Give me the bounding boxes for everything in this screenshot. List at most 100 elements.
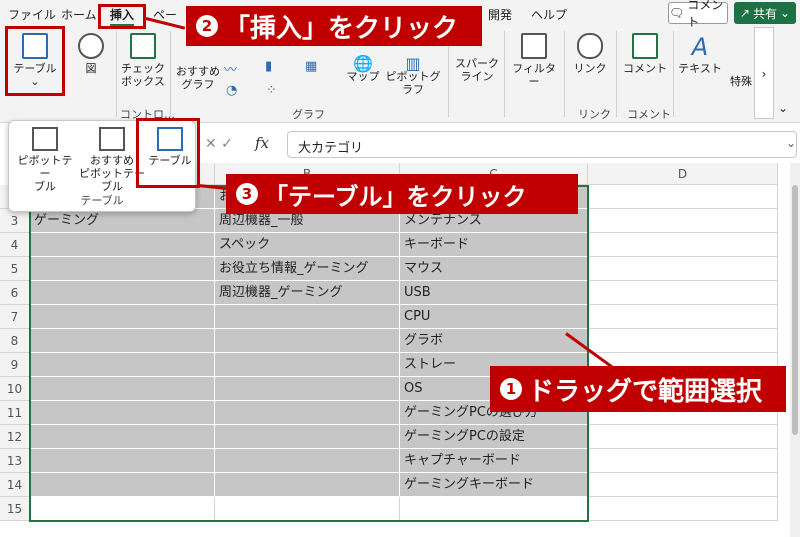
tab-developer[interactable]: 開発 <box>488 6 512 23</box>
row-header[interactable]: 8 <box>0 329 30 353</box>
cell-d[interactable] <box>588 329 778 353</box>
cell-c[interactable]: グラボ <box>400 329 588 353</box>
comment-icon: 🗨 <box>669 6 685 20</box>
cell-d[interactable] <box>588 497 778 521</box>
checkbox-button[interactable]: チェック ボックス <box>121 33 165 88</box>
cell-b[interactable] <box>215 305 400 329</box>
cell-d[interactable] <box>588 473 778 497</box>
bar-chart-icon[interactable]: ▮ <box>265 59 283 75</box>
cell-b[interactable]: スペック <box>215 233 400 257</box>
cell-a[interactable] <box>30 329 215 353</box>
table-menu-button[interactable]: テーブル ⌄ <box>10 33 60 88</box>
cell-b[interactable] <box>215 329 400 353</box>
row-header[interactable]: 10 <box>0 377 30 401</box>
map-button[interactable]: 🌐 マップ <box>345 56 381 84</box>
cell-b[interactable] <box>215 473 400 497</box>
cell-b[interactable] <box>215 401 400 425</box>
cell-a[interactable] <box>30 497 215 521</box>
recommended-pivot-button[interactable]: おすすめ ピボットテーブル <box>77 127 147 193</box>
scatter-chart-icon[interactable]: ⁘ <box>266 83 284 99</box>
cell-d[interactable] <box>588 209 778 233</box>
callout-step-3: 3 「テーブル」をクリック <box>226 174 578 214</box>
cell-a[interactable] <box>30 449 215 473</box>
table-icon <box>22 33 48 59</box>
comment-button[interactable]: 🗨 コメント <box>668 0 728 29</box>
cell-a[interactable] <box>30 377 215 401</box>
special-button[interactable]: 特殊 <box>728 75 754 88</box>
cell-b[interactable]: お役立ち情報_ゲーミング <box>215 257 400 281</box>
cell-a[interactable] <box>30 281 215 305</box>
pivot-table-button[interactable]: ピボットテー ブル <box>15 127 75 193</box>
tab-file[interactable]: ファイル <box>8 6 56 23</box>
cell-d[interactable] <box>588 185 778 209</box>
text-button[interactable]: A テキスト <box>678 33 722 75</box>
sparkline-button[interactable]: スパーク ライン <box>455 57 499 83</box>
cell-d[interactable] <box>588 449 778 473</box>
cell-b[interactable] <box>215 353 400 377</box>
row-header[interactable]: 7 <box>0 305 30 329</box>
formula-input[interactable]: 大カテゴリ <box>287 131 797 158</box>
pivot-chart-button[interactable]: ▥ ピボットグラフ <box>384 54 442 97</box>
row-header[interactable]: 4 <box>0 233 30 257</box>
cell-a[interactable] <box>30 401 215 425</box>
cell-a[interactable] <box>30 425 215 449</box>
ribbon-collapse-icon[interactable]: ⌄ <box>778 101 788 115</box>
cell-a[interactable] <box>30 473 215 497</box>
vertical-scrollbar[interactable] <box>790 163 800 537</box>
row-header[interactable]: 9 <box>0 353 30 377</box>
scrollbar-thumb[interactable] <box>792 185 798 435</box>
cell-d[interactable] <box>588 281 778 305</box>
cell-c[interactable]: ゲーミングキーボード <box>400 473 588 497</box>
cell-d[interactable] <box>588 425 778 449</box>
cell-c[interactable]: ゲーミングPCの設定 <box>400 425 588 449</box>
cell-d[interactable] <box>588 305 778 329</box>
cell-d[interactable] <box>588 233 778 257</box>
cell-b[interactable] <box>215 425 400 449</box>
line-chart-icon[interactable]: 〰 <box>224 59 242 78</box>
link-button[interactable]: リンク <box>570 33 610 75</box>
row-header[interactable]: 6 <box>0 281 30 305</box>
row-header[interactable]: 11 <box>0 401 30 425</box>
row-header[interactable]: 12 <box>0 425 30 449</box>
insert-table-button[interactable]: テーブル <box>147 127 193 167</box>
row-header[interactable]: 3 <box>0 209 30 233</box>
recommended-chart-button[interactable]: おすすめ グラフ <box>176 65 220 91</box>
cell-b[interactable] <box>215 449 400 473</box>
comment-ribbon-button[interactable]: コメント <box>622 33 668 75</box>
illustrations-button[interactable]: 図 <box>74 33 108 75</box>
cell-a[interactable] <box>30 233 215 257</box>
ribbon-scroll-right[interactable]: › <box>754 27 774 119</box>
group-separator <box>564 31 565 117</box>
row-header[interactable]: 14 <box>0 473 30 497</box>
share-button[interactable]: ↗ 共有 ⌄ <box>734 2 796 24</box>
table-icon <box>157 127 183 151</box>
cell-a[interactable] <box>30 257 215 281</box>
tab-home[interactable]: ホーム <box>61 6 97 23</box>
cell-a[interactable] <box>30 353 215 377</box>
cell-a[interactable] <box>30 305 215 329</box>
cell-c[interactable]: マウス <box>400 257 588 281</box>
column-header-d[interactable]: D <box>588 163 778 185</box>
tab-help[interactable]: ヘルプ <box>531 6 567 23</box>
row-header[interactable]: 5 <box>0 257 30 281</box>
function-icon[interactable]: fx <box>255 134 269 152</box>
cell-c[interactable]: USB <box>400 281 588 305</box>
cell-c[interactable]: キャプチャーボード <box>400 449 588 473</box>
cell-b[interactable] <box>215 377 400 401</box>
cell-b[interactable] <box>215 497 400 521</box>
cell-c[interactable]: キーボード <box>400 233 588 257</box>
cell-c[interactable] <box>400 497 588 521</box>
pivot-chart-icon: ▥ <box>405 54 421 73</box>
cell-a[interactable]: ゲーミング <box>30 209 215 233</box>
cancel-confirm-icons[interactable]: ✕ ✓ <box>205 136 233 152</box>
filter-button[interactable]: フィルター <box>510 33 558 88</box>
chevron-down-icon[interactable]: ⌄ <box>786 136 796 150</box>
hierarchy-chart-icon[interactable]: ▦ <box>305 59 323 75</box>
pie-chart-icon[interactable]: ◔ <box>226 83 244 99</box>
row-header[interactable]: 13 <box>0 449 30 473</box>
cell-b[interactable]: 周辺機器_ゲーミング <box>215 281 400 305</box>
row-header[interactable]: 15 <box>0 497 30 521</box>
tab-insert[interactable]: 挿入 <box>110 6 135 26</box>
cell-d[interactable] <box>588 257 778 281</box>
cell-c[interactable]: CPU <box>400 305 588 329</box>
